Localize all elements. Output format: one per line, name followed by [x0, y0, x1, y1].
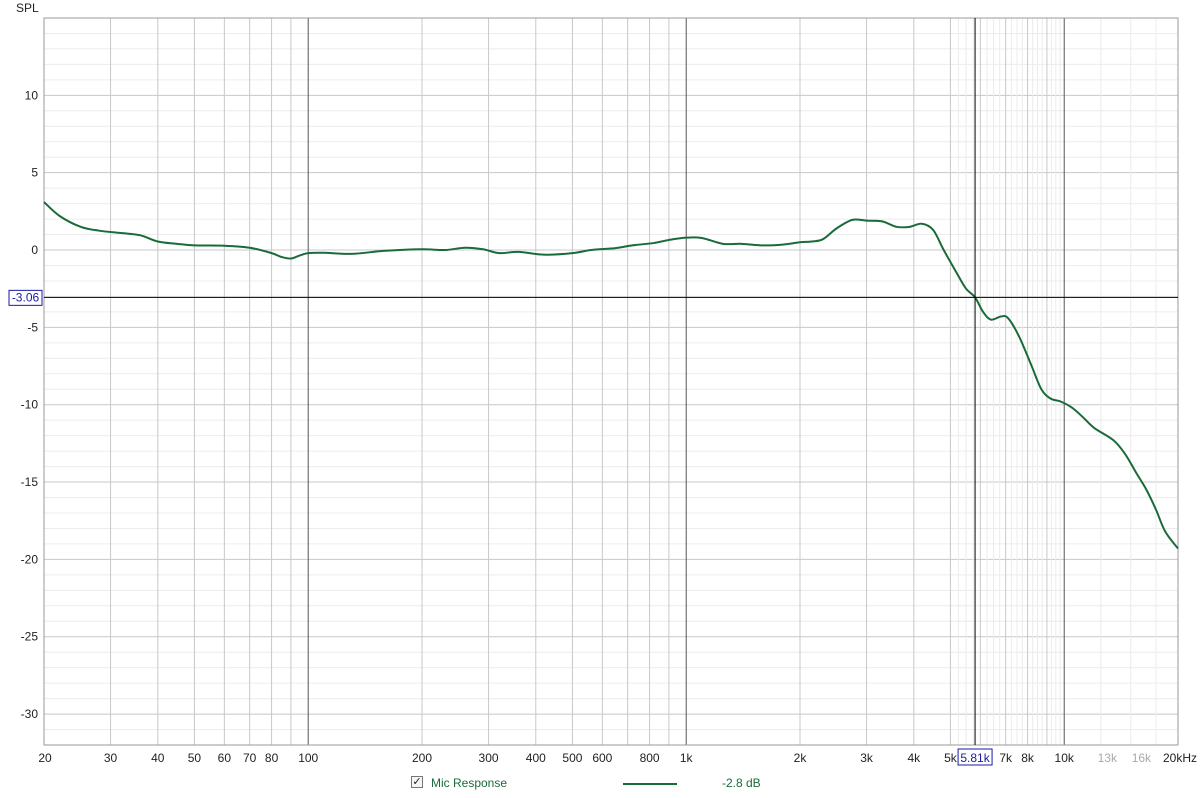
grid — [43, 17, 1179, 746]
x-tick-label: 10k — [1055, 751, 1075, 765]
x-tick-label: 40 — [151, 751, 165, 765]
x-tick-label: 300 — [479, 751, 499, 765]
x-tick-label: 100 — [298, 751, 318, 765]
x-tick-label: 50 — [188, 751, 202, 765]
x-tick-label: 400 — [526, 751, 546, 765]
x-tick-label: 70 — [243, 751, 257, 765]
x-tick-label: 80 — [265, 751, 279, 765]
x-tick-label: 16k — [1132, 751, 1152, 765]
y-tick-label: -25 — [21, 630, 39, 644]
cursor-x-readout: 5.81k — [960, 751, 990, 765]
y-tick-label: -5 — [27, 320, 38, 334]
y-tick-label: 0 — [31, 243, 38, 257]
y-tick-label: -15 — [21, 475, 39, 489]
y-axis-title: SPL — [16, 1, 39, 15]
x-tick-label: 4k — [907, 751, 921, 765]
x-tick-label: 7k — [999, 751, 1013, 765]
legend-series-name: Mic Response — [431, 776, 508, 790]
x-tick-label: 2k — [794, 751, 808, 765]
y-tick-label: -30 — [21, 707, 39, 721]
y-tick-label: -20 — [21, 552, 39, 566]
x-tick-label: 600 — [592, 751, 612, 765]
x-tick-label: 5k — [944, 751, 958, 765]
legend: ✓ Mic Response -2.8 dB — [410, 774, 810, 794]
y-tick-label: -10 — [21, 398, 39, 412]
x-tick-label: 200 — [412, 751, 432, 765]
x-tick-label: 13k — [1098, 751, 1118, 765]
frequency-response-chart: SPL 1050-5-10-15-20-25-3020 30 40 50 60 70 80 1… — [8, 1, 1197, 766]
y-tick-label: 10 — [25, 88, 39, 102]
x-tick-label: 500 — [562, 751, 582, 765]
x-tick-label: 20kHz — [1163, 751, 1197, 765]
legend-series-value: -2.8 dB — [722, 776, 761, 790]
x-tick-label: 1k — [680, 751, 694, 765]
x-tick-label: 3k — [860, 751, 874, 765]
x-tick-label: 20 — [38, 751, 52, 765]
plot-background — [44, 18, 1178, 745]
legend-checkbox[interactable]: ✓ — [411, 776, 423, 788]
x-tick-label: 30 — [104, 751, 118, 765]
x-tick-label: 800 — [640, 751, 660, 765]
cursor-y-readout: -3.06 — [12, 290, 40, 304]
legend-line-swatch — [623, 783, 677, 785]
x-tick-label: 60 — [218, 751, 232, 765]
x-tick-label: 8k — [1021, 751, 1035, 765]
y-tick-label: 5 — [31, 166, 38, 180]
